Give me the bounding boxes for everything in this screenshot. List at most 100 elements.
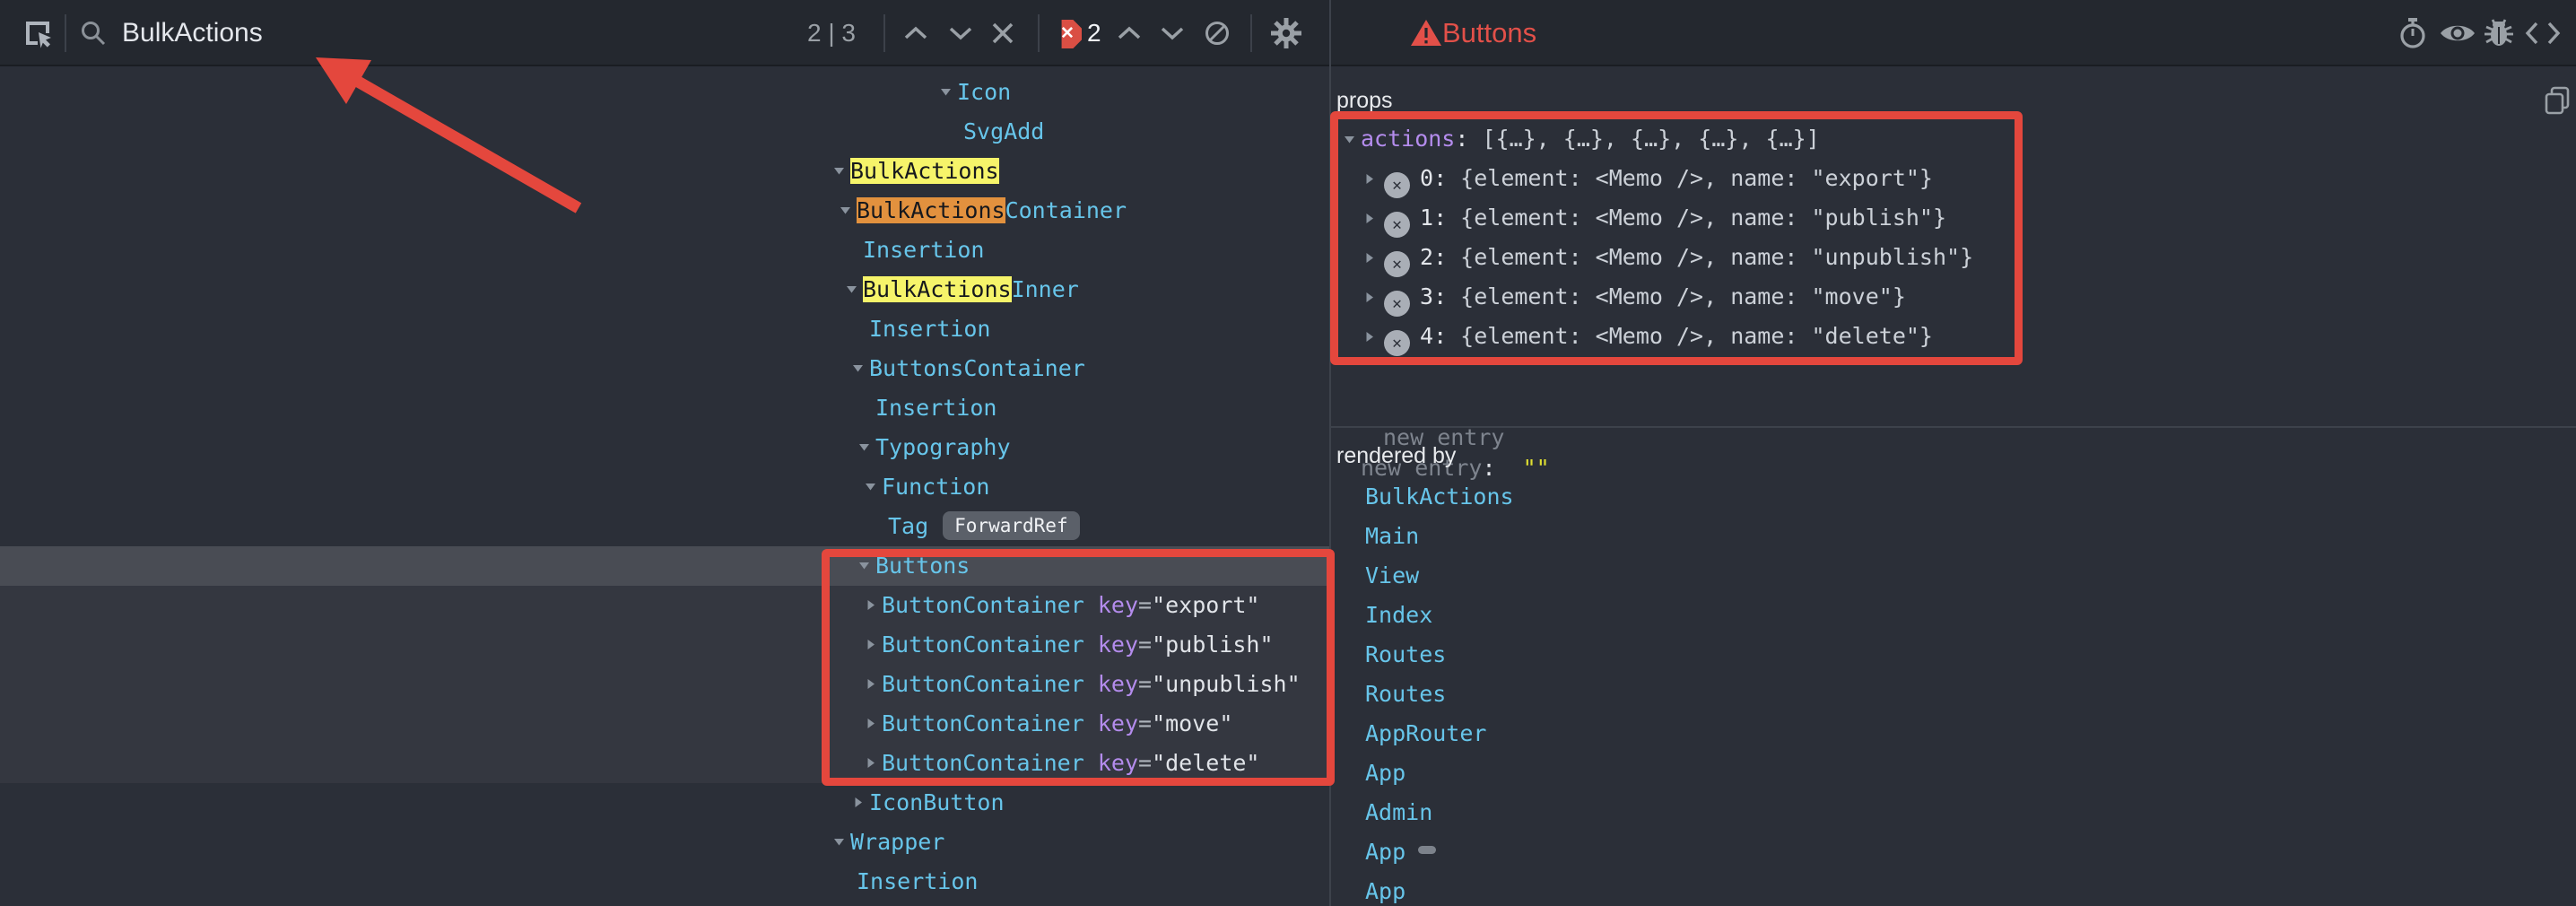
rendered-by-link[interactable]: App: [1365, 754, 1405, 793]
view-source-button[interactable]: [2524, 0, 2562, 66]
tree-row[interactable]: BulkActionsInner: [0, 270, 1329, 309]
entry-index: 0: [1420, 165, 1433, 191]
collapse-triangle-icon[interactable]: [845, 270, 863, 309]
profiler-timer-button[interactable]: [2395, 0, 2431, 66]
tree-row[interactable]: SvgAdd: [0, 112, 1329, 152]
delete-entry-button[interactable]: ✕: [1384, 172, 1410, 198]
props-array-entry[interactable]: ✕3: {element: <Memo />, name: "move"}: [1331, 277, 2576, 317]
collapse-triangle-icon[interactable]: [851, 349, 869, 388]
collapse-triangle-icon[interactable]: [857, 428, 875, 467]
inspect-element-button[interactable]: [18, 0, 57, 66]
prop-key: actions: [1361, 126, 1455, 152]
key-attribute-equals: =: [1138, 632, 1152, 658]
rendered-by-link[interactable]: AppRouter: [1365, 714, 1486, 754]
rendered-by-link[interactable]: Index: [1365, 596, 1432, 635]
clear-search-button[interactable]: [986, 0, 1020, 66]
rendered-by-link[interactable]: Routes: [1365, 635, 1446, 675]
next-error-button[interactable]: [1155, 0, 1189, 66]
delete-entry-button[interactable]: ✕: [1384, 251, 1410, 277]
tree-row[interactable]: ButtonContainer key="publish": [0, 625, 1329, 665]
expand-triangle-icon[interactable]: [1331, 198, 1384, 238]
tree-row[interactable]: Buttons: [0, 546, 1329, 586]
tree-row[interactable]: Function: [0, 467, 1329, 507]
collapse-triangle-icon[interactable]: [832, 823, 850, 862]
props-array-entry[interactable]: ✕0: {element: <Memo />, name: "export"}: [1331, 159, 2576, 198]
next-match-button[interactable]: [944, 0, 978, 66]
tree-row[interactable]: Insertion: [0, 862, 1329, 902]
entry-index: 3: [1420, 283, 1433, 309]
tree-row[interactable]: ButtonContainer key="export": [0, 586, 1329, 625]
component-name: Wrapper: [850, 829, 944, 855]
new-entry-row[interactable]: new entry: "": [1331, 452, 2576, 484]
props-actions-row[interactable]: actions: [{…}, {…}, {…}, {…}, {…}]: [1331, 119, 2576, 159]
tree-row[interactable]: ButtonContainer key="delete": [0, 744, 1329, 783]
tree-row[interactable]: Insertion: [0, 309, 1329, 349]
key-attribute-value: "export": [1152, 592, 1259, 618]
expand-triangle-icon[interactable]: [1331, 159, 1384, 198]
key-attribute-value: "delete": [1152, 750, 1259, 776]
props-array-entry[interactable]: ✕4: {element: <Memo />, name: "delete"}: [1331, 317, 2576, 356]
expand-triangle-icon[interactable]: [864, 586, 882, 625]
rendered-by-link[interactable]: Main: [1365, 517, 1419, 556]
tree-row[interactable]: ButtonContainer key="unpublish": [0, 665, 1329, 704]
props-array-entry[interactable]: ✕2: {element: <Memo />, name: "unpublish…: [1331, 238, 2576, 277]
rendered-by-link[interactable]: BulkActions: [1365, 477, 1514, 517]
expand-triangle-icon[interactable]: [1331, 277, 1384, 317]
key-attribute-name: key: [1098, 710, 1138, 736]
rendered-by-link[interactable]: View: [1365, 556, 1419, 596]
tree-row[interactable]: Typography: [0, 428, 1329, 467]
collapse-triangle-icon[interactable]: [857, 546, 875, 586]
tree-row[interactable]: IconButton: [0, 783, 1329, 823]
expand-triangle-icon[interactable]: [864, 704, 882, 744]
collapse-triangle-icon[interactable]: [1331, 119, 1361, 159]
expand-triangle-icon[interactable]: [864, 625, 882, 665]
previous-error-button[interactable]: [1112, 0, 1146, 66]
collapse-triangle-icon[interactable]: [839, 191, 857, 231]
inspect-dom-button[interactable]: [2438, 0, 2477, 66]
toolbar-separator: [65, 14, 66, 52]
delete-entry-button[interactable]: ✕: [1384, 291, 1410, 317]
copy-props-button[interactable]: [2544, 86, 2571, 119]
rendered-by-link[interactable]: App: [1365, 872, 1405, 906]
debug-log-button[interactable]: [2481, 0, 2517, 66]
expand-triangle-icon[interactable]: [864, 665, 882, 704]
expand-triangle-icon[interactable]: [1331, 317, 1384, 356]
selected-component-title: Buttons: [1442, 0, 1536, 66]
search-icon: [77, 0, 109, 66]
copy-icon: [2544, 86, 2571, 115]
expand-triangle-icon[interactable]: [851, 783, 869, 823]
tree-row[interactable]: Icon: [0, 73, 1329, 112]
code-brackets-icon: [2525, 22, 2561, 45]
tree-row[interactable]: Insertion: [0, 231, 1329, 270]
rendered-by-link[interactable]: App: [1365, 832, 1436, 872]
collapse-triangle-icon[interactable]: [864, 467, 882, 507]
rendered-by-link[interactable]: Admin: [1365, 793, 1432, 832]
tree-row[interactable]: Insertion: [0, 388, 1329, 428]
expand-triangle-icon[interactable]: [1331, 238, 1384, 277]
collapse-triangle-icon[interactable]: [939, 73, 957, 112]
tree-row[interactable]: Wrapper: [0, 823, 1329, 862]
entry-value: {element: <Memo />, name: "unpublish"}: [1460, 244, 1973, 270]
component-name: Tag: [888, 513, 928, 539]
tree-row[interactable]: BulkActionsContainer: [0, 191, 1329, 231]
previous-match-button[interactable]: [899, 0, 933, 66]
component-name: Insertion: [875, 395, 996, 421]
search-match-count: 2 | 3: [807, 0, 856, 66]
delete-entry-button[interactable]: ✕: [1384, 330, 1410, 356]
delete-entry-button[interactable]: ✕: [1384, 212, 1410, 238]
tree-row[interactable]: TagForwardRef: [0, 507, 1329, 546]
entry-value: {element: <Memo />, name: "publish"}: [1460, 205, 1946, 231]
clear-errors-button[interactable]: [1200, 0, 1234, 66]
search-input[interactable]: [122, 0, 696, 66]
error-badge-icon: ✕: [1053, 20, 1082, 48]
tree-row[interactable]: BulkActions: [0, 152, 1329, 191]
rendered-by-link[interactable]: Routes: [1365, 675, 1446, 714]
collapse-triangle-icon[interactable]: [832, 152, 850, 191]
tree-row[interactable]: ButtonContainer key="move": [0, 704, 1329, 744]
component-tree: IconSvgAddBulkActionsBulkActionsContaine…: [0, 66, 1329, 906]
tree-row[interactable]: ButtonsContainer: [0, 349, 1329, 388]
props-array-entry[interactable]: ✕1: {element: <Memo />, name: "publish"}: [1331, 198, 2576, 238]
settings-button[interactable]: [1266, 0, 1306, 66]
expand-triangle-icon[interactable]: [864, 744, 882, 783]
new-entry-value[interactable]: "": [1523, 455, 1550, 481]
